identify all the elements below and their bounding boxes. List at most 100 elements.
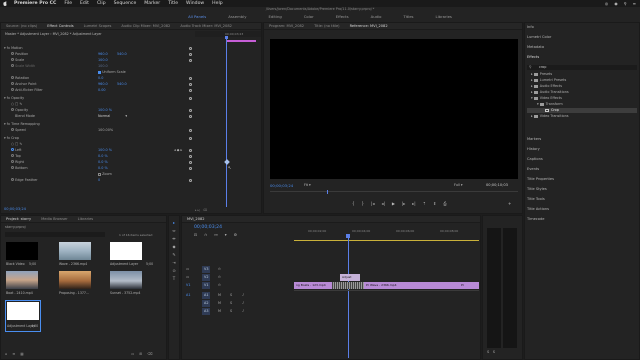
stopwatch-icon[interactable] [11,52,14,55]
panel-timecode[interactable]: Timecode [527,217,544,222]
menu-sequence[interactable]: Sequence [114,0,137,7]
track-select-tool-icon[interactable]: ⇔ [171,228,177,233]
position-y[interactable]: 540.0 [117,52,127,57]
tab-media-browser[interactable]: Media Browser [36,216,73,223]
step-back-icon[interactable]: ◂| [381,201,384,206]
rotation-value[interactable]: 0.0 [98,76,103,81]
tab-lumetri-scopes[interactable]: Lumetri Scopes [79,23,117,30]
panel-metadata[interactable]: Metadata [527,45,544,50]
tree-item-crop-selected[interactable] [527,108,637,113]
workspace-all-panels[interactable]: All Panels [177,12,217,22]
thumb-black-video[interactable] [6,242,38,260]
timeline-ruler[interactable]: 00;00;02;00 00;00;04;00 00;00;06;00 00;0… [294,225,479,239]
menu-window[interactable]: Window [186,0,204,7]
wrench-icon[interactable]: ⚙ [234,232,237,237]
track-a1-label[interactable]: A1 [202,292,211,299]
menu-clip[interactable]: Clip [97,0,106,7]
stopwatch-icon[interactable] [11,108,14,111]
clip-next[interactable]: Pr [459,282,479,289]
opacity-header[interactable]: ▾ fx Opacity [4,96,24,101]
crop-top-value[interactable]: 0.0 % [98,154,108,159]
source-patch-v1[interactable]: V1 [186,282,190,289]
export-frame-icon[interactable]: ⎙ [443,201,446,206]
checkbox-icon[interactable] [98,172,101,176]
selection-tool-icon[interactable]: ▸ [171,220,177,225]
menu-edit[interactable]: Edit [80,0,89,7]
ec-timecode[interactable]: 00;00;03;24 [4,207,26,211]
ec-playhead-handle[interactable] [224,36,228,39]
tree-item-crop[interactable]: Crop [545,108,559,113]
go-to-out-icon[interactable]: ▸| [412,201,415,206]
mark-out-icon[interactable]: } [362,201,365,206]
crop-right-value[interactable]: 0.0 % [98,160,108,165]
tree-item-video-effects[interactable]: ▾ Video Effects [531,96,562,101]
anchor-x[interactable]: 960.0 [98,82,108,87]
panel-events[interactable]: Events [527,167,539,172]
panel-title-actions[interactable]: Title Actions [527,207,549,212]
ec-playhead[interactable] [226,37,227,207]
tree-item-audio-effects[interactable]: ▸ Audio Effects [531,84,562,89]
apple-icon[interactable] [3,1,7,6]
mark-in-icon[interactable]: { [352,201,355,206]
notification-icon[interactable]: ≡ [633,1,636,6]
tab-project[interactable]: Project: starry [1,216,36,223]
panel-title-styles[interactable]: Title Styles [527,187,547,192]
time-remap-header[interactable]: ▾ fx Time Remapping [4,122,40,127]
ec-bottom-controls[interactable]: ▸ ▸| ⌫ [195,208,261,212]
fit-select[interactable]: Fit ▾ [304,183,311,187]
workspace-editing[interactable]: Editing [258,12,293,22]
panel-effects[interactable]: Effects [527,55,539,60]
hand-tool-icon[interactable]: ⊙ [171,268,177,273]
source-patch-a1[interactable]: A1 [186,292,190,299]
thumb-adjustment-layer-2[interactable] [7,302,39,320]
pen-tool-icon[interactable]: ✎ [171,252,177,257]
new-bin-icon[interactable]: ▭ [131,352,134,356]
mic-icon[interactable]: ♪ [242,292,244,299]
antiflicker-value[interactable]: 0.00 [98,88,106,93]
stopwatch-icon[interactable] [11,160,14,163]
tree-item-lumetri-presets[interactable]: ▸ Lumetri Presets [531,78,566,83]
icon-view-icon[interactable]: ▦ [20,352,23,356]
tab-sequence[interactable]: MVI_2082 [182,216,210,223]
workspace-audio[interactable]: Audio [360,12,393,22]
ec-ruler[interactable]: 00;00;03;23 [195,31,261,37]
stopwatch-active-icon[interactable] [11,148,14,151]
tab-program[interactable]: Program: MVI_2082 [264,23,309,30]
mute-icon[interactable]: M [218,300,221,307]
tab-audio-clip-mixer[interactable]: Audio Clip Mixer: MVI_2082 [116,23,175,30]
mute-icon[interactable]: M [218,292,221,299]
snap-icon[interactable]: ∩ [204,232,207,237]
solo-button[interactable]: S S [487,350,495,354]
add-marker-icon[interactable]: ▾ [225,232,227,237]
ripple-edit-tool-icon[interactable]: ⇹ [171,236,177,241]
workspace-color[interactable]: Color [293,12,325,22]
timeline-playhead[interactable] [347,238,349,358]
stopwatch-icon[interactable] [11,88,14,91]
tree-item-transform[interactable]: ▾ Transform [537,102,563,107]
app-name[interactable]: Premiere Pro CC [14,0,56,7]
tab-audio-track-mixer[interactable]: Audio Track Mixer: MVI_2082 [175,23,237,30]
blend-mode-select[interactable]: Normal ▾ [98,114,138,119]
toggle-sync-lock-icon[interactable]: ▭ [186,266,189,273]
mic-icon[interactable]: ♪ [242,300,244,307]
thumb-proposing[interactable] [59,271,91,289]
panel-info[interactable]: Info [527,25,534,30]
panel-title-properties[interactable]: Title Properties [527,177,554,182]
tab-title[interactable]: Title: (no title) [309,23,345,30]
panel-markers[interactable]: Markers [527,137,541,142]
tab-effect-controls[interactable]: Effect Controls [42,23,78,30]
lock-icon[interactable]: ⌂ [5,352,7,356]
output-icon[interactable]: ⊙ [218,274,221,281]
panel-history[interactable]: History [527,147,540,152]
menu-title[interactable]: Title [168,0,178,7]
stopwatch-icon[interactable] [11,166,14,169]
thumb-boat[interactable] [6,271,38,289]
tab-reference[interactable]: Reference: MVI_2082 [345,23,393,30]
output-icon[interactable]: ⊙ [218,282,221,289]
program-timecode[interactable]: 00;00;03;24 [270,183,293,188]
thumb-adjustment-layer[interactable] [110,242,142,260]
uniform-scale-row[interactable]: Uniform Scale [98,70,126,75]
workspace-assembly[interactable]: Assembly [217,12,257,22]
effects-search-input[interactable]: crop [527,65,637,70]
zoom-row[interactable]: Zoom [98,172,112,177]
